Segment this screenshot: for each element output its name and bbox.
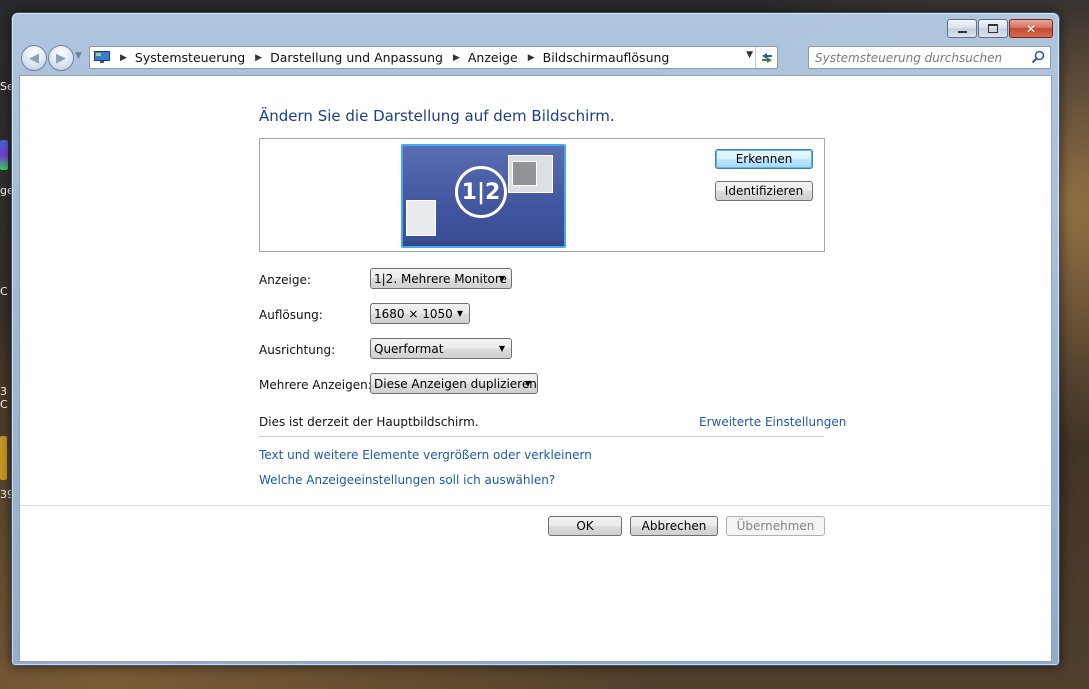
identify-button[interactable]: Identifizieren (715, 181, 813, 201)
ok-button[interactable]: OK (548, 516, 622, 536)
resolution-select[interactable]: 1680 × 1050 ▼ (370, 303, 470, 324)
breadcrumb-separator-icon[interactable]: ▶ (120, 53, 127, 63)
desktop-icon-fragment (0, 436, 7, 480)
forward-button[interactable]: ▶ (48, 45, 74, 71)
main-content: Ändern Sie die Darstellung auf dem Bilds… (19, 75, 1052, 662)
close-icon: ✕ (1025, 21, 1037, 36)
search-icon[interactable] (1031, 50, 1045, 64)
breadcrumb-separator-icon[interactable]: ▶ (528, 53, 535, 63)
cancel-button[interactable]: Abbrechen (630, 516, 718, 536)
chevron-down-icon: ▼ (498, 274, 505, 283)
control-panel-window: ✕ ◀ ▶ ▼ ▶ Systemsteuerung ▶ Darstellung … (11, 12, 1060, 666)
display-label: Anzeige: (259, 273, 311, 287)
footer-divider (20, 505, 1051, 506)
preview-taskbar (403, 241, 564, 246)
preview-window-icon (508, 155, 553, 193)
back-arrow-icon: ◀ (29, 50, 39, 66)
forward-arrow-icon: ▶ (56, 50, 66, 66)
preview-window-icon (406, 200, 436, 236)
chevron-down-icon: ▼ (498, 344, 505, 353)
back-button[interactable]: ◀ (21, 45, 47, 71)
navigation-bar: ◀ ▶ ▼ ▶ Systemsteuerung ▶ Darstellung un… (18, 45, 1053, 73)
multiple-displays-select-value: Diese Anzeigen duplizieren (374, 376, 537, 391)
multiple-displays-label: Mehrere Anzeigen: (259, 378, 372, 392)
detect-button[interactable]: Erkennen (715, 149, 813, 169)
breadcrumb-separator-icon[interactable]: ▶ (453, 53, 460, 63)
divider (259, 436, 824, 437)
orientation-select[interactable]: Querformat ▼ (370, 338, 512, 359)
address-dropdown-icon[interactable]: ▼ (746, 50, 753, 60)
address-bar[interactable]: ▶ Systemsteuerung ▶ Darstellung und Anpa… (89, 46, 778, 69)
page-title: Ändern Sie die Darstellung auf dem Bilds… (259, 107, 615, 125)
breadcrumb-anzeige[interactable]: Anzeige (468, 50, 518, 65)
breadcrumb-darstellung[interactable]: Darstellung und Anpassung (270, 50, 443, 65)
close-button[interactable]: ✕ (1009, 19, 1053, 38)
minimize-icon (957, 30, 967, 33)
chevron-down-icon: ▼ (456, 309, 463, 318)
refresh-button[interactable] (755, 47, 777, 68)
breadcrumb-bildschirmaufloesung[interactable]: Bildschirmauflösung (543, 50, 670, 65)
breadcrumb: ▶ Systemsteuerung ▶ Darstellung und Anpa… (114, 50, 669, 65)
window-controls: ✕ (947, 19, 1053, 38)
resolution-select-value: 1680 × 1050 (374, 306, 453, 321)
display-help-link[interactable]: Welche Anzeigeeinstellungen soll ich aus… (259, 473, 555, 487)
orientation-select-value: Querformat (374, 341, 444, 356)
breadcrumb-separator-icon[interactable]: ▶ (255, 53, 262, 63)
apply-button[interactable]: Übernehmen (726, 516, 825, 536)
minimize-button[interactable] (947, 19, 977, 38)
maximize-button[interactable] (978, 19, 1008, 38)
desktop-icon-fragment (0, 140, 8, 170)
resolution-label: Auflösung: (259, 308, 323, 322)
search-box[interactable] (808, 46, 1051, 69)
chevron-down-icon: ▼ (524, 379, 531, 388)
recent-pages-dropdown-icon[interactable]: ▼ (75, 51, 82, 61)
display-preview: 1|2 Erkennen Identifizieren (259, 138, 825, 252)
search-input[interactable] (815, 50, 1025, 65)
display-select-value: 1|2. Mehrere Monitore (374, 271, 507, 286)
advanced-settings-link[interactable]: Erweiterte Einstellungen (699, 415, 846, 429)
control-panel-icon (94, 51, 110, 63)
main-display-status: Dies ist derzeit der Hauptbildschirm. (259, 415, 479, 429)
breadcrumb-systemsteuerung[interactable]: Systemsteuerung (135, 50, 245, 65)
maximize-icon (988, 24, 998, 33)
multiple-displays-select[interactable]: Diese Anzeigen duplizieren ▼ (370, 373, 538, 394)
refresh-icon (761, 52, 772, 63)
text-size-link[interactable]: Text und weitere Elemente vergrößern ode… (259, 448, 592, 462)
monitor-preview[interactable]: 1|2 (401, 144, 566, 248)
orientation-label: Ausrichtung: (259, 343, 336, 357)
display-select[interactable]: 1|2. Mehrere Monitore ▼ (370, 268, 512, 289)
monitor-number-badge: 1|2 (455, 166, 507, 218)
